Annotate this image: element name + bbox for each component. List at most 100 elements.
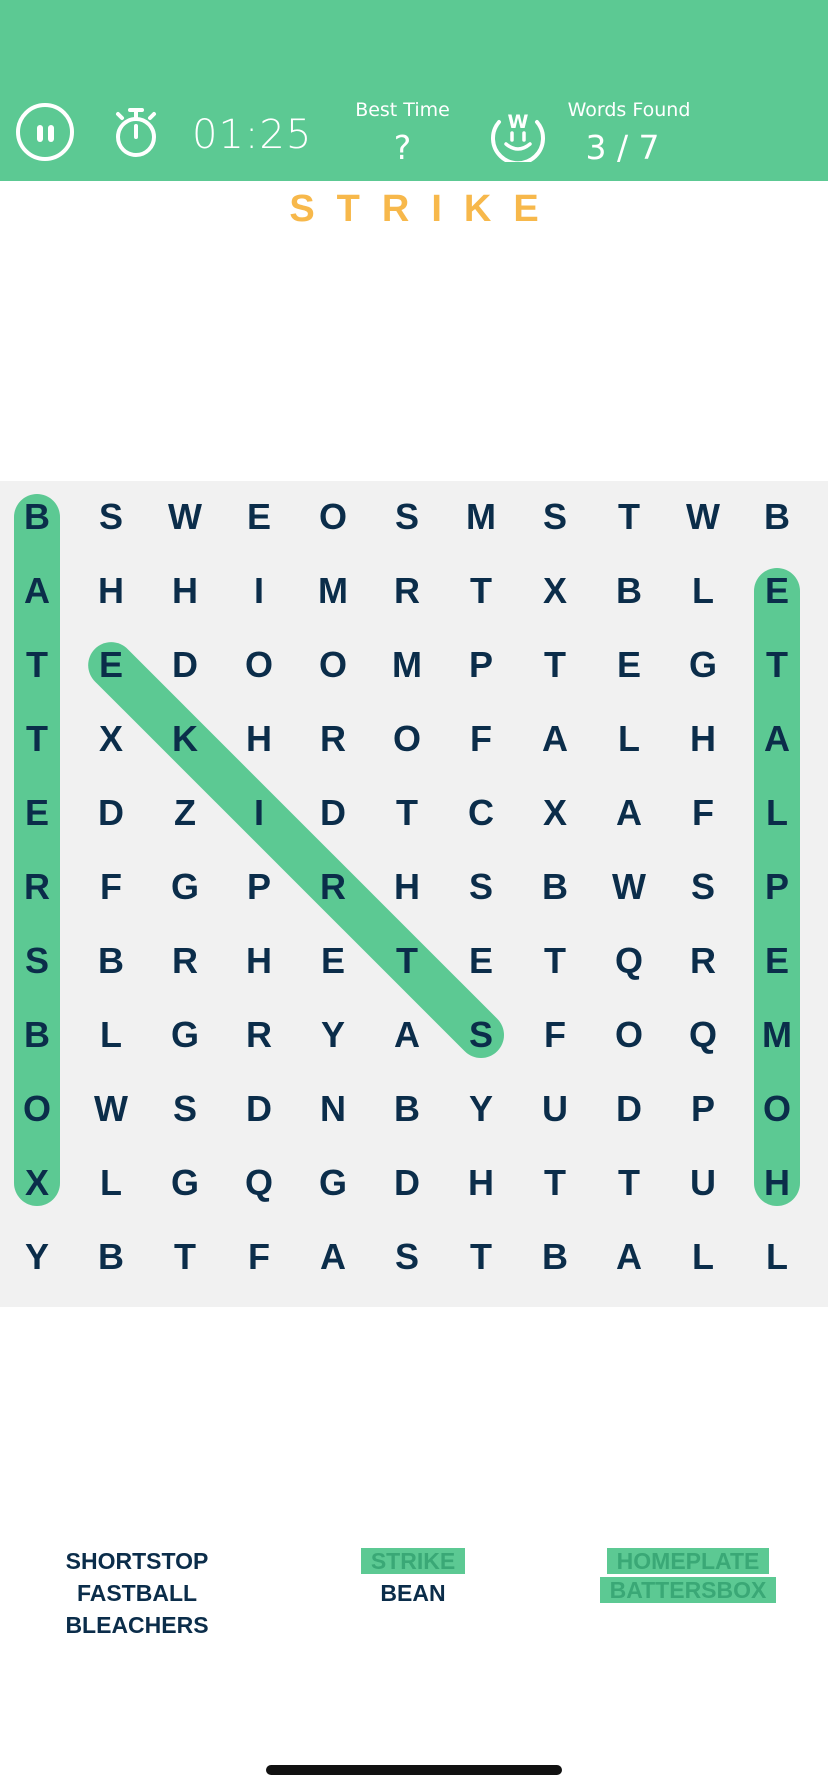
grid-cell[interactable]: O bbox=[296, 480, 370, 554]
grid-cell[interactable]: F bbox=[666, 776, 740, 850]
grid-cell[interactable]: B bbox=[74, 1220, 148, 1294]
grid-cell[interactable]: Y bbox=[0, 1220, 74, 1294]
grid-cell[interactable]: B bbox=[74, 924, 148, 998]
grid-cell[interactable]: B bbox=[518, 1220, 592, 1294]
grid-cell[interactable]: O bbox=[222, 628, 296, 702]
grid-cell[interactable]: O bbox=[370, 702, 444, 776]
grid-cell[interactable]: T bbox=[0, 702, 74, 776]
grid-cell[interactable]: G bbox=[666, 628, 740, 702]
grid-cell[interactable]: S bbox=[148, 1072, 222, 1146]
grid-cell[interactable]: H bbox=[666, 702, 740, 776]
grid-cell[interactable]: A bbox=[592, 776, 666, 850]
grid-cell[interactable]: P bbox=[222, 850, 296, 924]
grid-cell[interactable]: B bbox=[740, 480, 814, 554]
grid-cell[interactable]: S bbox=[370, 1220, 444, 1294]
grid-cell[interactable]: T bbox=[370, 924, 444, 998]
grid-cell[interactable]: O bbox=[740, 1072, 814, 1146]
grid-cell[interactable]: S bbox=[0, 924, 74, 998]
grid-cell[interactable]: M bbox=[370, 628, 444, 702]
grid-cell[interactable]: P bbox=[666, 1072, 740, 1146]
grid-cell[interactable]: E bbox=[222, 480, 296, 554]
grid-cell[interactable]: T bbox=[518, 628, 592, 702]
grid-cell[interactable]: O bbox=[592, 998, 666, 1072]
grid-cell[interactable]: B bbox=[518, 850, 592, 924]
grid-cell[interactable]: M bbox=[740, 998, 814, 1072]
grid-cell[interactable]: Q bbox=[592, 924, 666, 998]
grid-cell[interactable]: Z bbox=[148, 776, 222, 850]
grid-cell[interactable]: R bbox=[296, 702, 370, 776]
grid-cell[interactable]: D bbox=[296, 776, 370, 850]
grid-cell[interactable]: X bbox=[0, 1146, 74, 1220]
grid-cell[interactable]: L bbox=[74, 998, 148, 1072]
grid-cell[interactable]: M bbox=[296, 554, 370, 628]
grid-cell[interactable]: F bbox=[444, 702, 518, 776]
grid-cell[interactable]: N bbox=[296, 1072, 370, 1146]
grid-cell[interactable]: U bbox=[666, 1146, 740, 1220]
grid-cell[interactable]: E bbox=[74, 628, 148, 702]
grid-cell[interactable]: B bbox=[370, 1072, 444, 1146]
grid-cell[interactable]: W bbox=[592, 850, 666, 924]
grid-cell[interactable]: A bbox=[370, 998, 444, 1072]
grid-cell[interactable]: E bbox=[740, 924, 814, 998]
grid-cell[interactable]: P bbox=[740, 850, 814, 924]
grid-cell[interactable]: L bbox=[740, 776, 814, 850]
grid-cell[interactable]: W bbox=[74, 1072, 148, 1146]
grid-cell[interactable]: A bbox=[592, 1220, 666, 1294]
grid-cell[interactable]: L bbox=[740, 1220, 814, 1294]
grid-cell[interactable]: X bbox=[518, 776, 592, 850]
grid-cell[interactable]: G bbox=[148, 850, 222, 924]
grid-cell[interactable]: L bbox=[74, 1146, 148, 1220]
grid-cell[interactable]: E bbox=[592, 628, 666, 702]
grid-cell[interactable]: Q bbox=[666, 998, 740, 1072]
grid-cell[interactable]: O bbox=[0, 1072, 74, 1146]
grid-cell[interactable]: B bbox=[0, 998, 74, 1072]
grid-cell[interactable]: E bbox=[0, 776, 74, 850]
grid-cell[interactable]: Y bbox=[444, 1072, 518, 1146]
grid-cell[interactable]: D bbox=[148, 628, 222, 702]
grid-cell[interactable]: H bbox=[222, 702, 296, 776]
grid-cell[interactable]: X bbox=[74, 702, 148, 776]
grid-cell[interactable]: T bbox=[740, 628, 814, 702]
grid-cell[interactable]: K bbox=[148, 702, 222, 776]
grid-cell[interactable]: D bbox=[592, 1072, 666, 1146]
grid-cell[interactable]: H bbox=[74, 554, 148, 628]
grid-cell[interactable]: B bbox=[0, 480, 74, 554]
grid-cell[interactable]: L bbox=[666, 554, 740, 628]
grid-cell[interactable]: W bbox=[666, 480, 740, 554]
grid-cell[interactable]: R bbox=[148, 924, 222, 998]
grid-cell[interactable]: R bbox=[666, 924, 740, 998]
grid-cell[interactable]: T bbox=[444, 554, 518, 628]
grid-cell[interactable]: E bbox=[740, 554, 814, 628]
grid-cell[interactable]: P bbox=[444, 628, 518, 702]
grid-cell[interactable]: S bbox=[370, 480, 444, 554]
pause-button[interactable] bbox=[16, 103, 74, 161]
grid-cell[interactable]: T bbox=[592, 1146, 666, 1220]
grid-cell[interactable]: Q bbox=[222, 1146, 296, 1220]
grid-cell[interactable]: T bbox=[0, 628, 74, 702]
grid-cell[interactable]: H bbox=[222, 924, 296, 998]
grid-cell[interactable]: O bbox=[296, 628, 370, 702]
grid-cell[interactable]: A bbox=[518, 702, 592, 776]
grid-cell[interactable]: E bbox=[444, 924, 518, 998]
grid-cell[interactable]: I bbox=[222, 554, 296, 628]
grid-cell[interactable]: B bbox=[592, 554, 666, 628]
grid-cell[interactable]: U bbox=[518, 1072, 592, 1146]
grid-cell[interactable]: T bbox=[518, 924, 592, 998]
grid-cell[interactable]: S bbox=[666, 850, 740, 924]
grid-cell[interactable]: F bbox=[222, 1220, 296, 1294]
grid-cell[interactable]: D bbox=[222, 1072, 296, 1146]
grid-cell[interactable]: D bbox=[370, 1146, 444, 1220]
grid-cell[interactable]: S bbox=[444, 998, 518, 1072]
grid-cell[interactable]: S bbox=[444, 850, 518, 924]
grid-cell[interactable]: H bbox=[444, 1146, 518, 1220]
grid-cell[interactable]: D bbox=[74, 776, 148, 850]
grid-cell[interactable]: C bbox=[444, 776, 518, 850]
grid-cell[interactable]: H bbox=[370, 850, 444, 924]
grid-cell[interactable]: S bbox=[74, 480, 148, 554]
grid-cell[interactable]: L bbox=[592, 702, 666, 776]
grid-cell[interactable]: T bbox=[148, 1220, 222, 1294]
grid-cell[interactable]: T bbox=[518, 1146, 592, 1220]
word-search-board[interactable]: BSWEOSMSTWBAHHIMRTXBLETEDOOMPTEGTTXKHROF… bbox=[0, 481, 828, 1307]
grid-cell[interactable]: T bbox=[592, 480, 666, 554]
grid-cell[interactable]: F bbox=[518, 998, 592, 1072]
